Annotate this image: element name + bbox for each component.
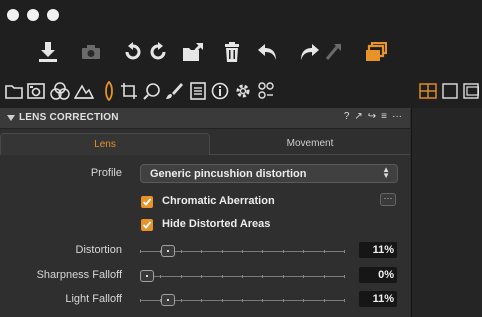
- import-icon[interactable]: [35, 29, 61, 75]
- slider-tick: [283, 299, 284, 302]
- slider-tick: [201, 275, 202, 278]
- undo-icon[interactable]: [255, 29, 281, 75]
- slider-tick: [201, 299, 202, 302]
- slider-thumb[interactable]: [140, 270, 154, 282]
- chromatic-aberration-label: Chromatic Aberration: [162, 195, 275, 207]
- light-falloff-slider[interactable]: [140, 292, 345, 308]
- tab-lens[interactable]: Lens: [0, 133, 210, 155]
- slider-thumb[interactable]: [161, 294, 175, 306]
- slider-tick: [283, 250, 284, 253]
- slider-tick: [181, 299, 182, 302]
- slider-tick: [303, 250, 304, 253]
- chromatic-aberration-more-button[interactable]: ···: [380, 193, 396, 206]
- slider-tick: [181, 250, 182, 253]
- tool-tabs-bar: [0, 75, 482, 109]
- lens-icon[interactable]: [99, 81, 119, 101]
- slider-tick: [140, 299, 141, 302]
- sharpness-falloff-slider[interactable]: [140, 268, 345, 284]
- slider-tick: [222, 250, 223, 253]
- slider-tick: [344, 299, 345, 302]
- slider-tick: [242, 275, 243, 278]
- tab-movement-label: Movement: [286, 138, 334, 149]
- crop-icon[interactable]: [119, 81, 139, 101]
- slider-tick: [222, 275, 223, 278]
- reset-icon[interactable]: ↪: [368, 111, 376, 122]
- section-header[interactable]: LENS CORRECTION ? ↗ ↪ ≡ ···: [0, 108, 410, 129]
- settings-icon[interactable]: [233, 81, 253, 101]
- rotate-left-icon[interactable]: [122, 29, 144, 75]
- presets-icon[interactable]: ≡: [381, 111, 387, 122]
- select-arrows-icon: ▲ ▼: [382, 165, 390, 180]
- slider-thumb[interactable]: [161, 245, 175, 257]
- brush-icon[interactable]: [164, 81, 184, 101]
- profile-select[interactable]: Generic pincushion distortion ▲ ▼: [140, 164, 398, 183]
- viewer-pane: [411, 108, 482, 317]
- filmstrip-view-icon[interactable]: [461, 81, 481, 101]
- folder-icon[interactable]: [4, 81, 24, 101]
- sharpness-falloff-value[interactable]: 0%: [359, 267, 397, 283]
- hide-distorted-areas-label: Hide Distorted Areas: [162, 218, 271, 230]
- distortion-label: Distortion: [75, 244, 122, 256]
- slider-tick: [140, 250, 141, 253]
- grid-view-icon[interactable]: [418, 81, 438, 101]
- tab-movement[interactable]: Movement: [210, 133, 410, 155]
- slider-tick: [242, 299, 243, 302]
- slider-tick: [262, 299, 263, 302]
- slider-tick: [344, 275, 345, 278]
- slider-tick: [262, 275, 263, 278]
- slider-tick: [201, 250, 202, 253]
- chromatic-aberration-checkbox[interactable]: [141, 196, 153, 208]
- export-icon[interactable]: [180, 29, 206, 75]
- batch-icon[interactable]: [256, 81, 276, 101]
- slider-tick: [303, 299, 304, 302]
- info-icon[interactable]: [210, 81, 230, 101]
- lens-correction-panel: LENS CORRECTION ? ↗ ↪ ≡ ··· Lens Movemen…: [0, 108, 410, 317]
- distortion-value[interactable]: 11%: [359, 242, 397, 258]
- slider-tick: [262, 250, 263, 253]
- header-tools: ? ↗ ↪ ≡ ···: [344, 111, 402, 122]
- profile-value: Generic pincushion distortion: [150, 168, 307, 180]
- profile-label: Profile: [90, 167, 122, 179]
- redo-icon[interactable]: [296, 29, 322, 75]
- apply-icon[interactable]: ↗: [354, 111, 362, 122]
- slider-tick: [160, 275, 161, 278]
- main-toolbar: [0, 29, 482, 75]
- slider-tick: [242, 250, 243, 253]
- zoom-window-button[interactable]: [47, 9, 59, 21]
- distortion-slider[interactable]: [140, 243, 345, 259]
- slider-tick: [344, 250, 345, 253]
- camera-icon[interactable]: [78, 29, 104, 75]
- help-icon[interactable]: ?: [344, 111, 350, 122]
- slider-tick: [324, 275, 325, 278]
- close-window-button[interactable]: [7, 9, 19, 21]
- hide-distorted-areas-checkbox[interactable]: [141, 219, 153, 231]
- light-falloff-value[interactable]: 11%: [359, 291, 397, 307]
- slider-tick: [283, 275, 284, 278]
- slider-tick: [181, 275, 182, 278]
- trash-icon[interactable]: [221, 29, 243, 75]
- exposure-icon[interactable]: [74, 81, 94, 101]
- slider-tick: [303, 275, 304, 278]
- tab-lens-label: Lens: [94, 139, 116, 150]
- slider-tick: [222, 299, 223, 302]
- minimize-window-button[interactable]: [27, 9, 39, 21]
- lens-subtabs: Lens Movement: [0, 129, 410, 155]
- section-title: LENS CORRECTION: [19, 112, 119, 123]
- single-view-icon[interactable]: [440, 81, 460, 101]
- sharpness-falloff-label: Sharpness Falloff: [36, 269, 122, 281]
- light-falloff-label: Light Falloff: [65, 293, 122, 305]
- color-icon[interactable]: [50, 81, 70, 101]
- capture-icon[interactable]: [26, 81, 46, 101]
- window-titlebar: [0, 0, 482, 29]
- slider-tick: [324, 250, 325, 253]
- focus-icon[interactable]: [142, 81, 162, 101]
- redo-disabled-icon: [322, 29, 344, 75]
- more-options-icon[interactable]: ···: [392, 111, 402, 122]
- variants-icon[interactable]: [363, 29, 389, 75]
- collapse-triangle-icon[interactable]: [7, 115, 15, 121]
- slider-tick: [324, 299, 325, 302]
- rotate-right-icon[interactable]: [147, 29, 169, 75]
- metadata-icon[interactable]: [188, 81, 208, 101]
